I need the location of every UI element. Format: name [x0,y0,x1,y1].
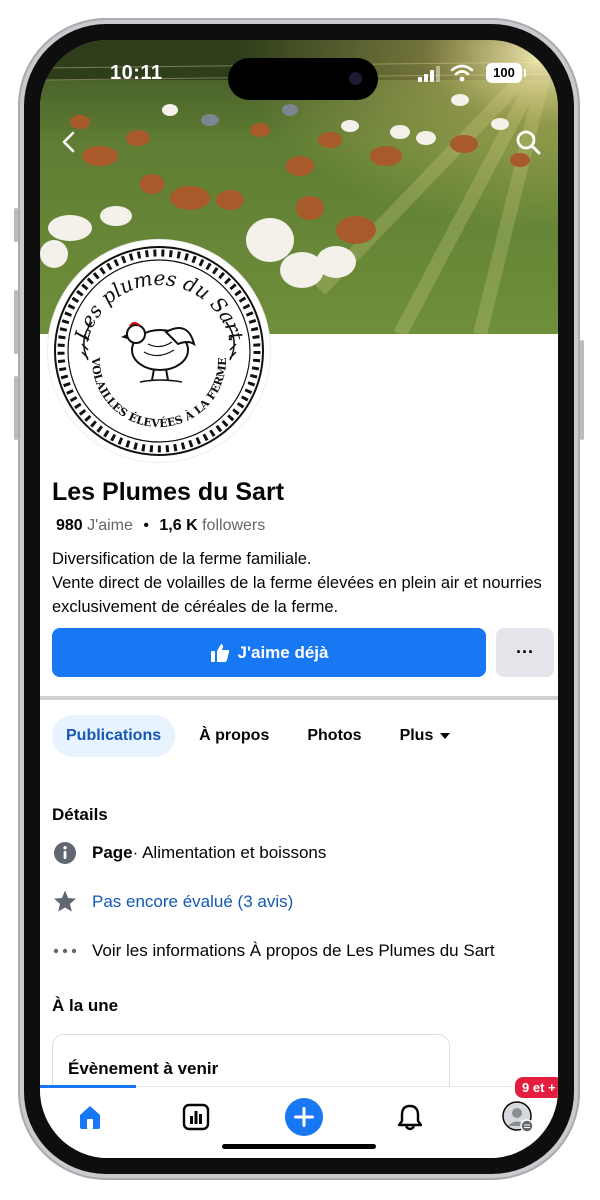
loading-bar [40,1085,136,1088]
likes-label: J'aime [87,517,133,534]
followers-label[interactable]: followers [202,517,265,534]
bell-icon [397,1104,423,1131]
hen-illustration-icon [121,322,196,383]
likes-count: 980 [56,517,83,534]
like-button[interactable]: J'aime déjà [52,628,486,677]
details-rating-row[interactable]: Pas encore évalué (3 avis) [52,887,293,917]
signal-icon [418,66,440,82]
page-description: Diversification de la ferme familiale. V… [52,547,552,619]
rating-link[interactable]: Pas encore évalué (3 avis) [92,892,293,912]
insights-icon [182,1103,210,1131]
category-type: Page [92,843,133,862]
nav-profile[interactable] [498,1097,538,1137]
notification-badge: 9 et + [513,1075,558,1100]
page-stats: 980 J'aime • 1,6 K followers [56,517,265,535]
description-line: Vente direct de volailles de la ferme él… [52,574,542,616]
profile-tabs: Publications À propos Photos Plus [52,714,475,758]
profile-picture[interactable]: Les plumes du Sart VOLAILLES ÉLEVÉES À L… [48,240,270,462]
phone-bezel: 10:11 100 Les plumes du Sart VOLAILLES É… [24,24,574,1174]
avatar-icon [502,1101,534,1133]
nav-home[interactable] [70,1097,110,1137]
featured-heading: À la une [52,996,119,1015]
category-name: · Alimentation et boissons [132,843,327,862]
info-icon [52,840,78,866]
chevron-left-icon [62,131,75,153]
screen: 10:11 100 Les plumes du Sart VOLAILLES É… [40,40,558,1158]
followers-count[interactable]: 1,6 K [159,517,197,534]
nav-create[interactable] [284,1097,324,1137]
nav-insights[interactable] [176,1097,216,1137]
phone-frame: 10:11 100 Les plumes du Sart VOLAILLES É… [18,18,580,1180]
more-options-button[interactable]: ··· [496,628,554,677]
tab-photos[interactable]: Photos [293,715,375,757]
details-about-row[interactable]: Voir les informations À propos de Les Pl… [52,936,495,966]
home-indicator [222,1144,376,1149]
battery-indicator: 100 [486,63,526,83]
plus-icon [285,1098,323,1136]
more-dots-icon [52,938,78,964]
dynamic-island [228,58,378,100]
back-button[interactable] [56,128,84,156]
tab-more-label: Plus [399,727,434,744]
search-icon [516,130,541,155]
page-title: Les Plumes du Sart [52,478,285,506]
home-icon [80,1106,100,1129]
search-button[interactable] [514,128,544,158]
stats-separator: • [143,517,149,534]
status-time: 10:11 [110,62,163,84]
about-link[interactable]: Voir les informations À propos de Les Pl… [92,941,495,961]
nav-notifications[interactable] [390,1097,430,1137]
section-divider [40,696,558,700]
star-icon [52,889,78,915]
details-category-row: Page · Alimentation et boissons [52,838,326,868]
caret-down-icon [440,733,451,739]
description-line: Diversification de la ferme familiale. [52,550,312,568]
wifi-icon [450,64,474,82]
tab-about[interactable]: À propos [185,715,283,757]
status-bar: 10:11 100 [40,58,558,100]
power-button [580,340,584,440]
tab-publications[interactable]: Publications [52,715,176,757]
camera-icon [349,72,362,85]
details-heading: Détails [52,805,108,824]
like-button-label: J'aime déjà [237,642,329,662]
thumbs-up-icon [210,643,229,662]
tab-more[interactable]: Plus [386,715,466,757]
card-title: Évènement à venir [68,1059,219,1078]
farm-logo: Les plumes du Sart VOLAILLES ÉLEVÉES À L… [54,246,264,456]
